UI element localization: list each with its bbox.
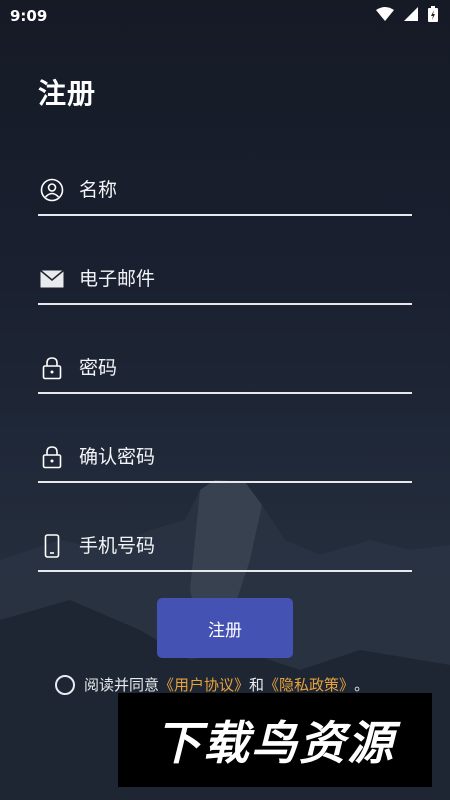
lock-icon: [39, 444, 65, 470]
password-input[interactable]: [79, 357, 379, 379]
page-title: 注册: [38, 77, 97, 110]
mail-icon: [39, 266, 65, 292]
name-input[interactable]: [79, 179, 379, 201]
user-agreement-link[interactable]: 《用户协议》: [159, 674, 249, 695]
register-button[interactable]: 注册: [157, 598, 293, 658]
name-field[interactable]: [38, 166, 412, 216]
agree-checkbox[interactable]: [55, 674, 75, 695]
privacy-policy-link[interactable]: 《隐私政策》: [264, 674, 354, 695]
wifi-icon: [376, 7, 394, 25]
phone-field[interactable]: [38, 522, 412, 572]
person-icon: [39, 177, 65, 203]
confirm-password-field[interactable]: [38, 433, 412, 483]
battery-icon: [428, 6, 438, 26]
status-time: 9:09: [10, 7, 48, 25]
status-bar: 9:09: [0, 0, 450, 32]
agreement-row: 阅读并同意 《用户协议》 和 《隐私政策》 。: [55, 674, 369, 695]
email-input[interactable]: [79, 268, 379, 290]
lock-icon: [39, 355, 65, 381]
phone-icon: [39, 533, 65, 559]
phone-input[interactable]: [79, 535, 379, 557]
cellular-icon: [404, 7, 418, 25]
agreement-conjunction: 和: [249, 676, 265, 694]
password-field[interactable]: [38, 344, 412, 394]
agreement-suffix: 。: [354, 676, 370, 694]
agreement-prefix: 阅读并同意: [84, 676, 160, 694]
email-field[interactable]: [38, 255, 412, 305]
watermark-text: 下载鸟资源: [155, 716, 395, 770]
watermark: 下载鸟资源: [118, 693, 432, 787]
confirm-password-input[interactable]: [79, 446, 379, 468]
